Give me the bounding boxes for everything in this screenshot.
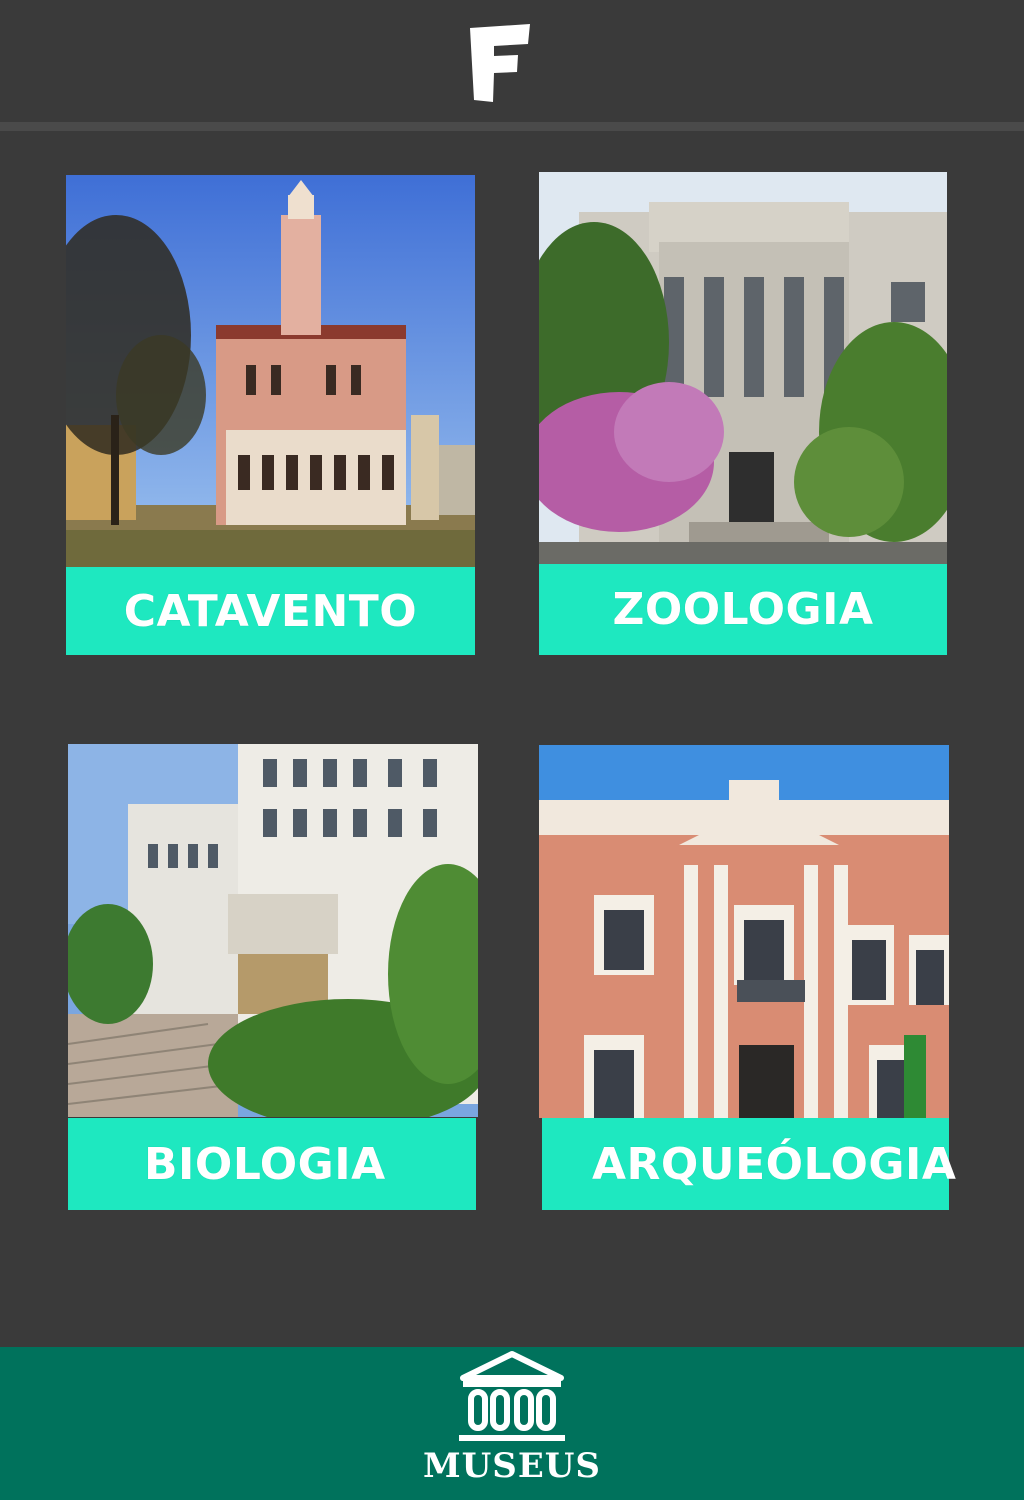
arqueologia-photo (539, 745, 949, 1118)
biologia-photo (68, 744, 478, 1117)
museum-card-catavento[interactable]: CATAVENTO (66, 175, 475, 655)
museum-building-icon[interactable] (455, 1350, 569, 1444)
museum-card-arqueologia[interactable]: ARQUEÓLOGIA (539, 745, 956, 1210)
top-bar (0, 0, 1024, 122)
catavento-photo (66, 175, 475, 567)
biologia-label[interactable]: BIOLOGIA (68, 1118, 476, 1210)
f-logo-icon[interactable] (466, 22, 534, 104)
museus-label[interactable]: MUSEUS (400, 1446, 624, 1486)
museum-card-zoologia[interactable]: ZOOLOGIA (539, 172, 947, 655)
header-divider (0, 122, 1024, 131)
zoologia-photo (539, 172, 947, 564)
museum-card-biologia[interactable]: BIOLOGIA (68, 744, 478, 1210)
zoologia-label[interactable]: ZOOLOGIA (539, 564, 947, 655)
catavento-label[interactable]: CATAVENTO (66, 567, 475, 655)
arqueologia-label[interactable]: ARQUEÓLOGIA (542, 1118, 956, 1210)
